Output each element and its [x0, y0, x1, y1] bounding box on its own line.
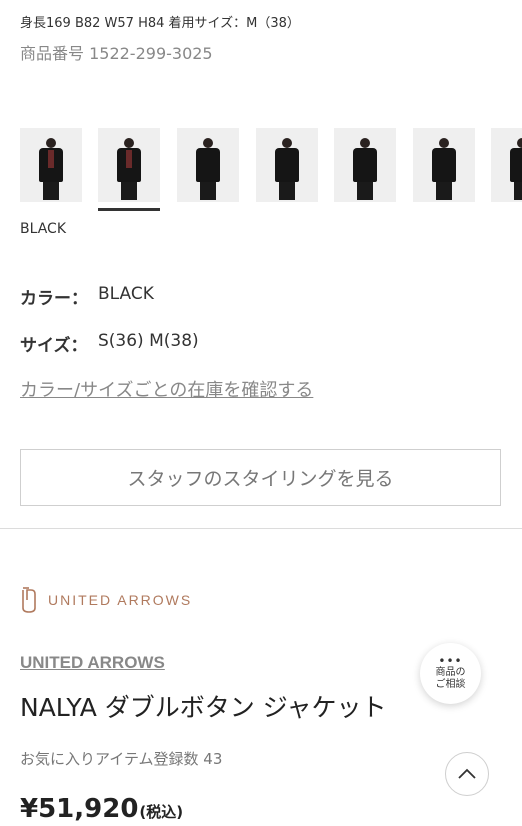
selected-color-caption: BLACK [20, 221, 67, 237]
selected-thumbnail-indicator [98, 208, 160, 211]
product-name: NALYA ダブルボタン ジャケット [20, 693, 387, 722]
model-figure-icon [353, 138, 377, 200]
thumbnail-7[interactable] [491, 128, 522, 202]
thumbnail-6[interactable] [413, 128, 475, 202]
thumbnail-4[interactable] [256, 128, 318, 202]
consult-button[interactable]: ••• 商品の ご相談 [420, 643, 481, 704]
size-label: サイズ： [20, 336, 88, 356]
thumbnail-1[interactable] [20, 128, 82, 202]
model-figure-icon [196, 138, 220, 200]
staff-styling-button[interactable]: スタッフのスタイリングを見る [20, 449, 501, 506]
product-code: 商品番号 1522-299-3025 [20, 44, 213, 63]
brand-logo[interactable]: UNITED ARROWS [20, 586, 192, 614]
thumbnail-5[interactable] [334, 128, 396, 202]
size-row: サイズ： S(36) M(38) [20, 331, 199, 356]
model-figure-icon [117, 138, 141, 200]
consult-label-line1: 商品の [435, 666, 466, 678]
brand-link[interactable]: UNITED ARROWS [20, 653, 165, 673]
consult-label-line2: ご相談 [435, 678, 466, 690]
model-info: 身長169 B82 W57 H84 着用サイズ：M（38） [20, 16, 300, 31]
thumbnail-3[interactable] [177, 128, 239, 202]
color-label: カラー： [20, 289, 88, 309]
stock-check-link[interactable]: カラー/サイズごとの在庫を確認する [20, 376, 313, 402]
size-value: S(36) M(38) [98, 331, 199, 351]
brand-mark-icon [22, 587, 36, 613]
brand-logo-text: UNITED ARROWS [48, 592, 193, 608]
price-amount: ¥51,920 [20, 794, 139, 824]
scroll-to-top-button[interactable] [445, 752, 489, 796]
section-divider [0, 528, 522, 529]
model-figure-icon [39, 138, 63, 200]
price-tax-note: (税込) [139, 803, 184, 821]
thumbnail-strip [20, 128, 522, 218]
favorite-count: お気に入りアイテム登録数 43 [20, 750, 223, 768]
chat-dots-icon: ••• [438, 653, 463, 668]
color-row: カラー： BLACK [20, 284, 154, 309]
chevron-up-icon [458, 768, 476, 779]
model-figure-icon [432, 138, 456, 200]
model-figure-icon [510, 138, 522, 200]
thumbnail-2[interactable] [98, 128, 160, 202]
price: ¥51,920 (税込) [20, 794, 183, 824]
color-value: BLACK [98, 284, 154, 304]
model-figure-icon [275, 138, 299, 200]
